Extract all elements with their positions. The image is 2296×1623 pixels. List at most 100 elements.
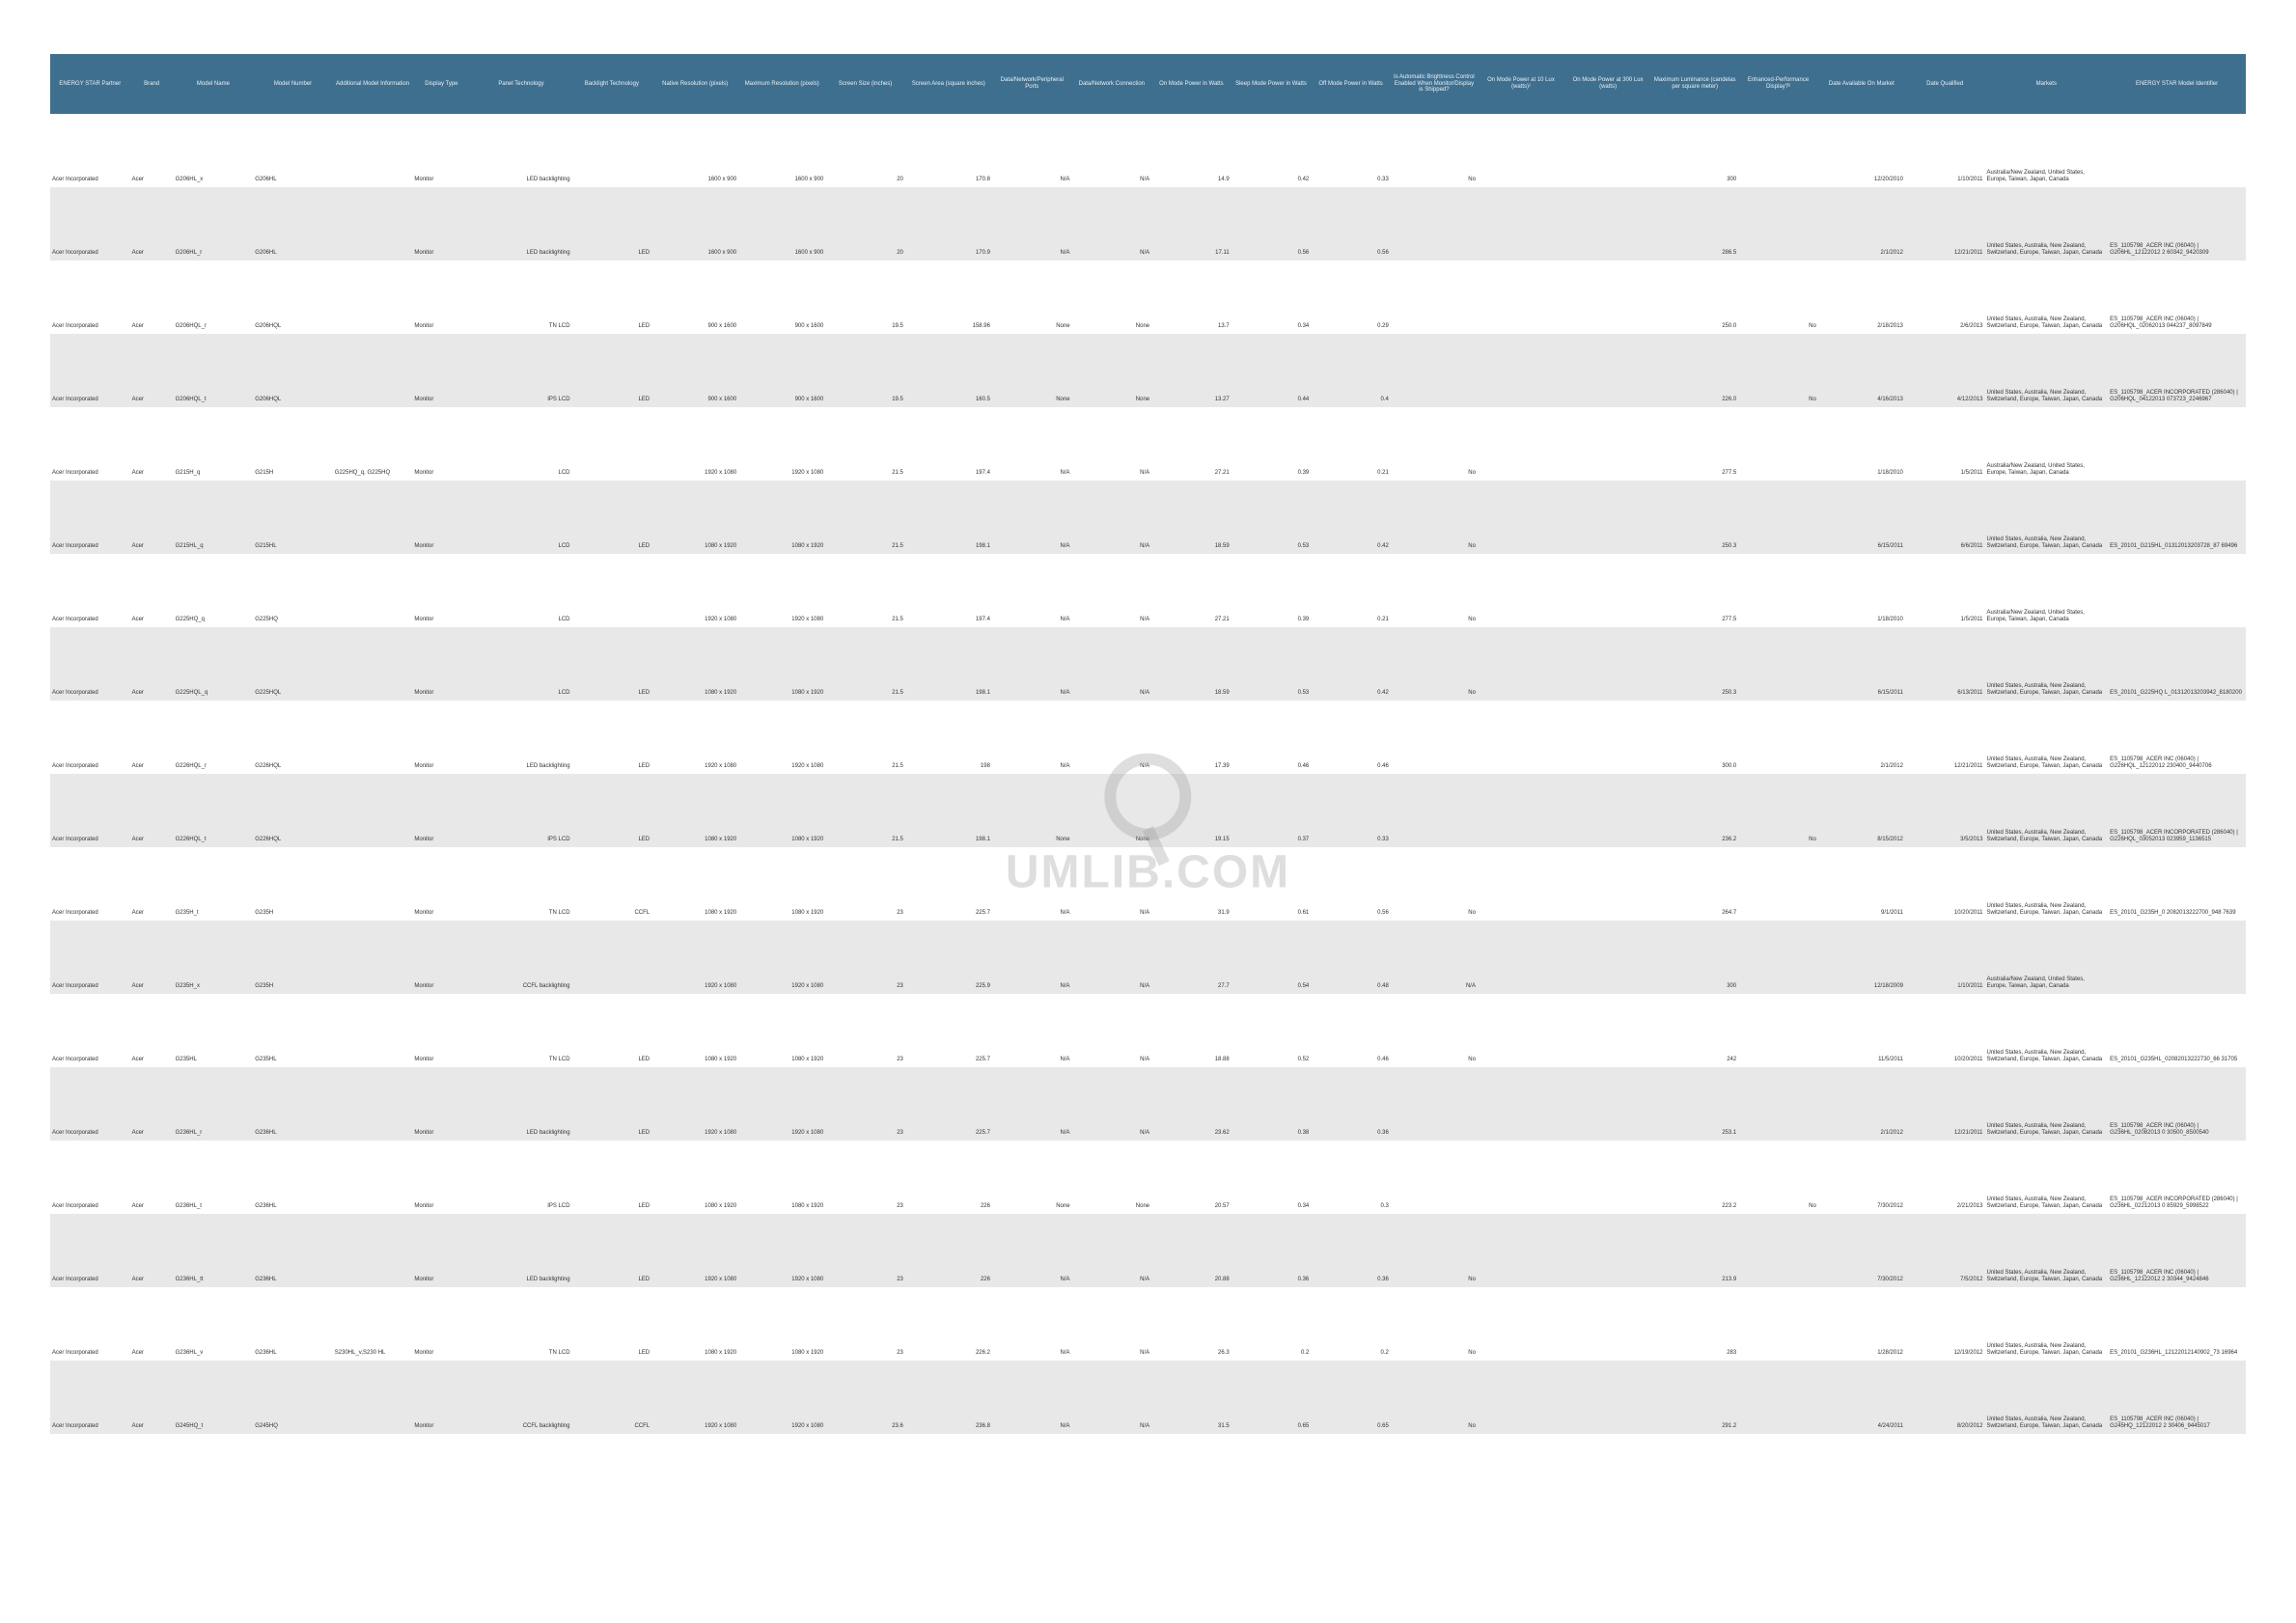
cell [1391, 1067, 1478, 1141]
cell: 19.5 [825, 334, 905, 407]
cell: 12/21/2011 [1905, 187, 1985, 261]
cell: 0.33 [1311, 114, 1391, 187]
cell: 0.34 [1231, 1141, 1312, 1214]
cell: 21.5 [825, 627, 905, 701]
cell: 900 x 1600 [738, 334, 825, 407]
cell: 1600 x 900 [651, 187, 738, 261]
cell: 1080 x 1920 [738, 1287, 825, 1361]
cell: 14.9 [1151, 114, 1231, 187]
cell: Monitor [412, 1067, 470, 1141]
cell: 0.39 [1231, 407, 1312, 481]
cell: None [1072, 261, 1152, 334]
cell: 12/21/2011 [1905, 701, 1985, 774]
cell: Monitor [412, 701, 470, 774]
cell: 0.38 [1231, 1067, 1312, 1141]
cell [1478, 847, 1564, 921]
table-row: Acer IncorporatedAcerG236HL_ttG236HLMoni… [50, 1214, 2246, 1287]
table-header-row: ENERGY STAR PartnerBrandModel NameModel … [50, 54, 2246, 114]
cell: 0.2 [1231, 1287, 1312, 1361]
cell: ES_20101_G235H_0 2082013222700_948 7639 [2108, 847, 2246, 921]
cell: Acer Incorporated [50, 627, 130, 701]
cell [1478, 334, 1564, 407]
cell: 0.44 [1231, 334, 1312, 407]
cell [333, 1067, 413, 1141]
cell: 277.5 [1651, 554, 1738, 627]
cell: 236.8 [905, 1361, 992, 1434]
cell: N/A [1072, 1361, 1152, 1434]
cell: 1/5/2011 [1905, 407, 1985, 481]
cell [1478, 407, 1564, 481]
cell: N/A [992, 921, 1072, 994]
cell: Monitor [412, 627, 470, 701]
cell [1564, 701, 1651, 774]
cell: G215H_q [174, 407, 254, 481]
cell: LED backlighting [470, 1067, 571, 1141]
cell: 225.7 [905, 1067, 992, 1141]
cell [1478, 481, 1564, 554]
col-0: ENERGY STAR Partner [50, 54, 130, 114]
cell: 283 [1651, 1287, 1738, 1361]
cell: 19.5 [825, 261, 905, 334]
cell: 223.2 [1651, 1141, 1738, 1214]
cell: Acer [130, 1361, 174, 1434]
cell: 21.5 [825, 701, 905, 774]
cell: ES_1105798_ACER INC (06040) | G245HQ_121… [2108, 1361, 2246, 1434]
cell: 8/20/2012 [1905, 1361, 1985, 1434]
cell: 10/20/2011 [1905, 994, 1985, 1067]
cell: 1080 x 1920 [738, 994, 825, 1067]
cell: ES_1105798_ACER INCORPORATED (286040) | … [2108, 774, 2246, 847]
cell: LCD [470, 481, 571, 554]
cell: Acer Incorporated [50, 1287, 130, 1361]
cell: 286.5 [1651, 187, 1738, 261]
cell [1478, 1067, 1564, 1141]
cell: Acer [130, 187, 174, 261]
cell: 1/18/2010 [1818, 407, 1905, 481]
cell: Acer Incorporated [50, 994, 130, 1067]
cell: Acer Incorporated [50, 1214, 130, 1287]
cell: 17.11 [1151, 187, 1231, 261]
cell [1564, 627, 1651, 701]
cell [1738, 187, 1818, 261]
cell: Acer [130, 481, 174, 554]
cell: LED [572, 994, 652, 1067]
cell: 0.39 [1231, 554, 1312, 627]
cell: N/A [992, 407, 1072, 481]
cell: 0.33 [1311, 774, 1391, 847]
cell: 31.9 [1151, 847, 1231, 921]
cell: United States, Australia, New Zealand, S… [1984, 1141, 2108, 1214]
cell: N/A [992, 1287, 1072, 1361]
cell: N/A [1072, 701, 1152, 774]
cell: N/A [992, 627, 1072, 701]
cell: N/A [1072, 994, 1152, 1067]
cell: G235H_x [174, 921, 254, 994]
cell [1478, 774, 1564, 847]
cell: Australia/New Zealand, United States, Eu… [1984, 407, 2108, 481]
cell: United States, Australia, New Zealand, S… [1984, 774, 2108, 847]
cell: 20 [825, 114, 905, 187]
cell: No [1391, 554, 1478, 627]
cell [333, 701, 413, 774]
cell: 3/5/2013 [1905, 774, 1985, 847]
cell: TN LCD [470, 994, 571, 1067]
cell: CCFL [572, 847, 652, 921]
cell: Acer Incorporated [50, 261, 130, 334]
cell [1738, 481, 1818, 554]
cell: 300 [1651, 921, 1738, 994]
cell: 160.5 [905, 334, 992, 407]
cell: 18.59 [1151, 627, 1231, 701]
cell: United States, Australia, New Zealand, S… [1984, 1287, 2108, 1361]
table-row: Acer IncorporatedAcerG206HL_rG206HLMonit… [50, 187, 2246, 261]
cell: G225HQ [253, 554, 333, 627]
cell: 226 [905, 1141, 992, 1214]
cell: IPS LCD [470, 1141, 571, 1214]
cell: G236HL [253, 1067, 333, 1141]
cell: LED [572, 774, 652, 847]
cell: Monitor [412, 334, 470, 407]
cell: 2/6/2013 [1905, 261, 1985, 334]
cell: 2/1/2012 [1818, 187, 1905, 261]
cell: 158.96 [905, 261, 992, 334]
cell: Acer [130, 1067, 174, 1141]
cell: 0.56 [1311, 187, 1391, 261]
cell [333, 187, 413, 261]
cell [2108, 921, 2246, 994]
